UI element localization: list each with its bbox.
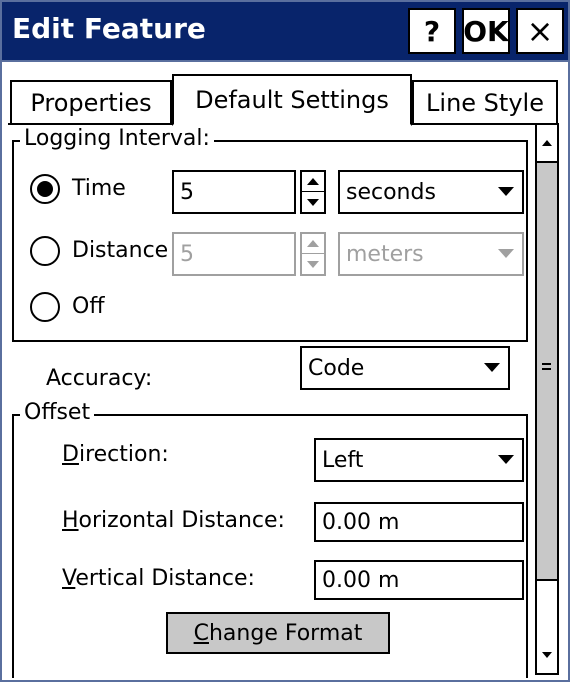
accuracy-label: Accuracy: [46,366,153,391]
scroll-up-button[interactable] [537,125,557,161]
distance-value-input[interactable]: 5 [172,232,296,276]
vertical-distance-input[interactable]: 0.00 m [314,560,524,600]
time-spinner[interactable] [300,170,326,214]
distance-value-text: 5 [180,241,194,267]
close-button[interactable]: × [516,8,564,54]
tab-default-settings[interactable]: Default Settings [172,74,412,126]
direction-label: Direction: [62,442,169,467]
direction-label-text: irection: [78,442,169,467]
change-format-accelerator: C [193,620,209,646]
chevron-down-icon [498,455,514,464]
chevron-down-icon [498,187,514,196]
spin-down-button[interactable] [302,192,324,212]
spin-up-icon [307,178,319,185]
time-unit-value: seconds [346,179,436,205]
time-label: Time [72,176,126,201]
vertical-scrollbar[interactable] [535,123,559,675]
distance-unit-dropdown[interactable]: meters [338,232,524,276]
spin-up-button[interactable] [302,234,324,254]
chevron-down-icon [498,249,514,258]
distance-spinner[interactable] [300,232,326,276]
change-format-button[interactable]: Change Format [166,612,390,654]
horizontal-distance-value: 0.00 m [322,509,400,535]
accuracy-value: Code [308,355,365,381]
tab-line-style[interactable]: Line Style [412,80,558,124]
grip-line [542,368,551,370]
distance-unit-value: meters [346,241,424,267]
distance-label: Distance [72,238,169,263]
logging-interval-legend: Logging Interval: [20,126,214,151]
spin-up-icon [307,240,319,247]
time-value-text: 5 [180,179,194,205]
off-radio[interactable] [30,292,60,322]
scroll-down-icon [542,652,552,658]
vertical-label-text: ertical Distance: [75,566,255,591]
accuracy-dropdown[interactable]: Code [300,346,510,390]
window-title: Edit Feature [12,12,206,45]
help-button[interactable]: ? [408,8,456,54]
vertical-accelerator: V [62,566,76,591]
horizontal-distance-input[interactable]: 0.00 m [314,502,524,542]
time-unit-dropdown[interactable]: seconds [338,170,524,214]
offset-legend: Offset [20,400,95,425]
tab-divider-left [8,123,172,125]
scroll-down-button[interactable] [537,637,557,673]
chevron-down-icon [484,363,500,372]
horizontal-accelerator: H [62,508,79,533]
radio-selected-dot [37,181,53,197]
change-format-label: hange Format [208,620,363,646]
tab-properties[interactable]: Properties [10,80,172,124]
time-radio[interactable] [30,174,60,204]
vertical-distance-value: 0.00 m [322,567,400,593]
time-value-input[interactable]: 5 [172,170,296,214]
ok-button[interactable]: OK [462,8,510,54]
distance-radio[interactable] [30,236,60,266]
vertical-distance-label: Vertical Distance: [62,566,255,591]
scroll-up-icon [542,140,552,146]
spin-down-icon [307,198,319,206]
scroll-thumb[interactable] [537,161,557,581]
spin-down-button[interactable] [302,254,324,274]
horizontal-distance-label: Horizontal Distance: [62,508,285,533]
spin-down-icon [307,260,319,268]
off-label: Off [72,294,105,319]
direction-accelerator: D [62,442,79,467]
grip-line [542,363,551,365]
direction-value: Left [322,447,364,473]
direction-dropdown[interactable]: Left [314,438,524,482]
spin-up-button[interactable] [302,172,324,192]
horizontal-label-text: orizontal Distance: [78,508,285,533]
